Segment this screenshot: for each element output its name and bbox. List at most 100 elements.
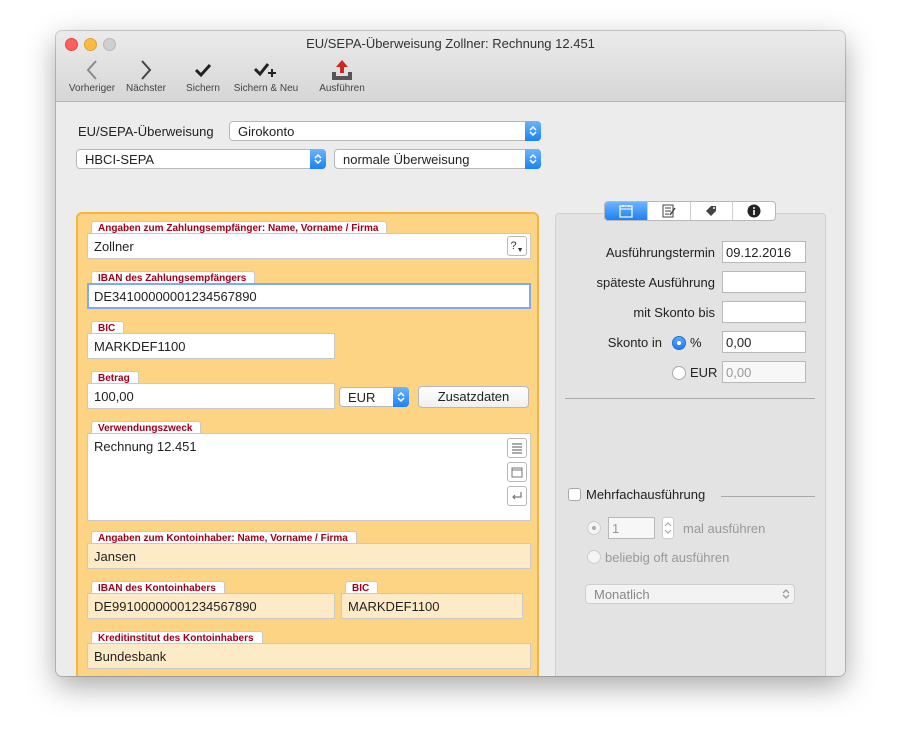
skonto-percent-radio[interactable] xyxy=(672,336,686,350)
checkmark-icon xyxy=(194,63,212,78)
times-label: mal ausführen xyxy=(683,521,766,536)
chevron-right-icon xyxy=(141,60,152,80)
skonto-eur-field[interactable]: 0,00 xyxy=(722,361,806,383)
payee-lookup-button[interactable]: ? ▼ xyxy=(507,236,527,256)
skonto-until-field[interactable] xyxy=(722,301,806,323)
currency-popup[interactable]: EUR xyxy=(339,387,409,407)
calendar-icon xyxy=(619,205,633,218)
times-radio[interactable] xyxy=(587,521,601,535)
transfer-type-label: EU/SEPA-Überweisung xyxy=(78,124,214,139)
lines-icon xyxy=(512,443,522,454)
interval-value: Monatlich xyxy=(594,587,650,602)
title-bar: EU/SEPA-Überweisung Zollner: Rechnung 12… xyxy=(56,31,845,102)
additional-data-button[interactable]: Zusatzdaten xyxy=(418,386,529,408)
chevron-left-icon xyxy=(86,60,97,80)
additional-data-label: Zusatzdaten xyxy=(437,389,510,404)
skonto-eur-label: EUR xyxy=(690,365,718,380)
skonto-percent-label: % xyxy=(690,335,702,350)
holder-name-value: Jansen xyxy=(94,549,136,564)
skonto-eur-radio[interactable] xyxy=(672,366,686,380)
transfer-kind-popup[interactable]: normale Überweisung xyxy=(334,149,541,169)
save-label: Sichern xyxy=(186,83,220,94)
amount-field[interactable]: 100,00 xyxy=(87,383,335,409)
tab-notes[interactable] xyxy=(648,202,691,220)
info-icon xyxy=(747,204,761,218)
panel-tabs xyxy=(604,201,776,221)
payee-bic-value: MARKDEF1100 xyxy=(94,339,186,354)
skonto-percent-field[interactable]: 0,00 xyxy=(722,331,806,353)
return-icon xyxy=(512,492,522,500)
tab-schedule[interactable] xyxy=(605,202,648,220)
purpose-value: Rechnung 12.451 xyxy=(94,439,197,454)
latest-exec-field[interactable] xyxy=(722,271,806,293)
tag-icon xyxy=(706,206,717,216)
calendar-icon xyxy=(511,467,523,478)
account-popup[interactable]: Girokonto xyxy=(229,121,541,141)
execute-label: Ausführen xyxy=(319,83,365,94)
skonto-in-label: Skonto in xyxy=(607,335,662,350)
previous-label: Vorheriger xyxy=(68,83,116,94)
stepper-arrows-icon xyxy=(664,522,672,534)
save-and-new-label: Sichern & Neu xyxy=(233,83,299,94)
updown-arrows-icon xyxy=(525,149,541,169)
times-stepper[interactable] xyxy=(662,517,674,539)
caret-down-icon: ▼ xyxy=(516,246,524,254)
holder-name-field: Jansen xyxy=(87,543,531,569)
exec-date-field[interactable]: 09.12.2016 xyxy=(722,241,806,263)
payee-iban-field[interactable]: DE34100000001234567890 xyxy=(87,283,531,309)
window: EU/SEPA-Überweisung Zollner: Rechnung 12… xyxy=(56,31,845,676)
updown-arrows-icon xyxy=(310,149,326,169)
payee-bic-field[interactable]: MARKDEF1100 xyxy=(87,333,335,359)
holder-bank-value: Bundesbank xyxy=(94,649,167,664)
updown-arrows-icon xyxy=(782,588,790,603)
skonto-until-label: mit Skonto bis xyxy=(633,305,715,320)
execute-button[interactable]: Ausführen xyxy=(314,57,370,94)
payee-iban-value: DE34100000001234567890 xyxy=(94,289,257,304)
holder-iban-value: DE99100000001234567890 xyxy=(94,599,257,614)
next-button[interactable]: Nächster xyxy=(122,57,170,94)
multi-exec-label: Mehrfachausführung xyxy=(586,487,706,502)
content-area: EU/SEPA-Überweisung Girokonto HBCI-SEPA … xyxy=(56,102,845,676)
holder-bic-field: MARKDEF1100 xyxy=(341,593,523,619)
transfer-details-panel: Angaben zum Zahlungsempfänger: Name, Vor… xyxy=(76,212,539,676)
times-field[interactable]: 1 xyxy=(608,517,655,539)
interval-popup[interactable]: Monatlich xyxy=(585,584,795,604)
unlimited-label: beliebig oft ausführen xyxy=(605,550,730,565)
edit-note-icon xyxy=(662,204,676,218)
method-value: HBCI-SEPA xyxy=(85,152,155,167)
insert-date-button[interactable] xyxy=(507,462,527,482)
transfer-kind-value: normale Überweisung xyxy=(343,152,470,167)
holder-bank-field: Bundesbank xyxy=(87,643,531,669)
payee-name-value: Zollner xyxy=(94,239,134,254)
upload-tray-icon xyxy=(332,60,352,80)
insert-newline-button[interactable] xyxy=(507,486,527,506)
window-title: EU/SEPA-Überweisung Zollner: Rechnung 12… xyxy=(306,36,595,51)
text-template-button[interactable] xyxy=(507,438,527,458)
currency-value: EUR xyxy=(348,390,376,405)
divider xyxy=(721,496,815,497)
updown-arrows-icon xyxy=(393,387,409,407)
skonto-percent-value: 0,00 xyxy=(726,335,752,350)
holder-bic-value: MARKDEF1100 xyxy=(348,599,440,614)
payee-name-field[interactable]: Zollner xyxy=(87,233,531,259)
exec-date-value: 09.12.2016 xyxy=(726,245,792,260)
skonto-eur-value: 0,00 xyxy=(726,365,752,380)
holder-iban-field: DE99100000001234567890 xyxy=(87,593,335,619)
method-popup[interactable]: HBCI-SEPA xyxy=(76,149,326,169)
tab-info[interactable] xyxy=(733,202,775,220)
multi-exec-checkbox[interactable] xyxy=(568,488,581,501)
previous-button[interactable]: Vorheriger xyxy=(62,57,122,94)
unlimited-radio[interactable] xyxy=(587,550,601,564)
next-label: Nächster xyxy=(125,83,166,94)
purpose-field[interactable]: Rechnung 12.451 xyxy=(87,433,531,521)
times-value: 1 xyxy=(612,521,620,536)
save-button[interactable]: Sichern xyxy=(181,57,225,94)
exec-date-label: Ausführungstermin xyxy=(605,245,715,260)
latest-exec-label: späteste Ausführung xyxy=(596,275,715,290)
updown-arrows-icon xyxy=(525,121,541,141)
divider xyxy=(565,398,815,399)
checkmark-plus-icon xyxy=(254,63,276,77)
save-and-new-button[interactable]: Sichern & Neu xyxy=(228,57,304,94)
tab-tags[interactable] xyxy=(691,202,734,220)
account-value: Girokonto xyxy=(238,124,295,139)
